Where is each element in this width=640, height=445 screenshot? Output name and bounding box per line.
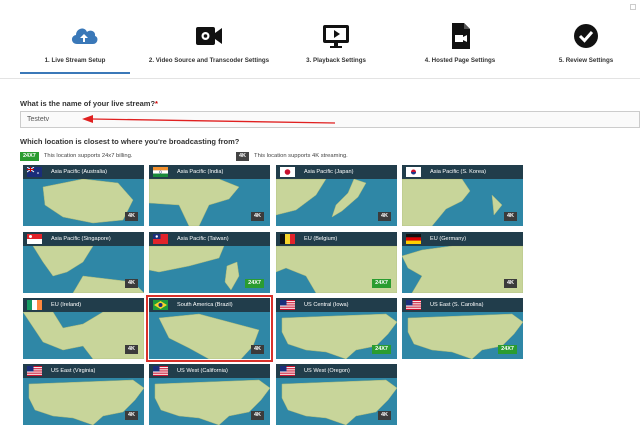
location-badge: 4K (124, 279, 138, 288)
location-name: US East (S. Carolina) (430, 302, 484, 308)
legend-24x7: 24X7 This location supports 24x7 billing… (20, 151, 132, 161)
singapore-flag-icon (27, 234, 42, 244)
us-flag-icon (153, 366, 168, 376)
location-name: Asia Pacific (Taiwan) (177, 236, 229, 242)
location-tile[interactable]: Asia Pacific (Singapore) 4K (23, 232, 144, 293)
south-korea-flag-icon (406, 167, 421, 177)
location-badge: 24X7 (498, 345, 517, 354)
location-tile[interactable]: Asia Pacific (India) 4K (149, 165, 270, 226)
location-name: Asia Pacific (Japan) (304, 169, 354, 175)
location-tile[interactable]: Asia Pacific (Taiwan) 24X7 (149, 232, 270, 293)
location-tile[interactable]: EU (Ireland) 4K (23, 298, 144, 359)
badge-4k: 4K (236, 151, 250, 161)
location-name: EU (Ireland) (51, 302, 82, 308)
location-name: Asia Pacific (Australia) (51, 169, 107, 175)
japan-flag-icon (280, 167, 295, 177)
step-label: 4. Hosted Page Settings (424, 57, 496, 64)
location-name: US West (Oregon) (304, 368, 350, 374)
location-tile[interactable]: Asia Pacific (Japan) 4K (276, 165, 397, 226)
location-name: EU (Germany) (430, 236, 467, 242)
video-camera-gear-icon (196, 27, 222, 45)
us-flag-icon (280, 300, 295, 310)
step-label: 1. Live Stream Setup (44, 57, 106, 64)
legend-4k: 4K This location supports 4K streaming. (236, 151, 348, 161)
legend-24x7-text: This location supports 24x7 billing. (43, 153, 133, 159)
legend-4k-text: This location supports 4K streaming. (254, 153, 348, 159)
monitor-play-icon (323, 25, 349, 48)
location-badge: 4K (377, 411, 391, 420)
location-tile[interactable]: Asia Pacific (S. Korea) 4K (402, 165, 523, 226)
stream-name-label: What is the name of your live stream?* (20, 99, 158, 108)
location-tile[interactable]: US Central (Iowa) 24X7 (276, 298, 397, 359)
location-badge: 24X7 (372, 279, 391, 288)
location-name: South America (Brazil) (177, 302, 233, 308)
location-badge: 24X7 (372, 345, 391, 354)
location-tile[interactable]: EU (Germany) 4K (402, 232, 523, 293)
location-badge: 4K (377, 212, 391, 221)
step-label: 5. Review Settings (558, 57, 614, 64)
location-question-label: Which location is closest to where you'r… (20, 137, 240, 146)
location-badge: 4K (124, 212, 138, 221)
location-badge: 4K (124, 345, 138, 354)
step-label: 3. Playback Settings (306, 57, 366, 64)
location-badge: 24X7 (245, 279, 264, 288)
location-tile[interactable]: US East (Virginia) 4K (23, 364, 144, 425)
location-name: Asia Pacific (India) (177, 169, 224, 175)
us-flag-icon (280, 366, 295, 376)
location-badge: 4K (503, 212, 517, 221)
location-tile[interactable]: US West (Oregon) 4K (276, 364, 397, 425)
brazil-flag-icon (153, 300, 168, 310)
belgium-flag-icon (280, 234, 295, 244)
annotation-arrow-icon (82, 115, 336, 124)
us-flag-icon (27, 366, 42, 376)
location-tile[interactable]: Asia Pacific (Australia) 4K (23, 165, 144, 226)
ireland-flag-icon (27, 300, 42, 310)
window-corner-icon (630, 4, 636, 10)
cloud-upload-icon (71, 28, 98, 44)
location-name: US West (California) (177, 368, 228, 374)
location-tile[interactable]: US East (S. Carolina) 24X7 (402, 298, 523, 359)
location-name: US East (Virginia) (51, 368, 96, 374)
location-badge: 4K (503, 279, 517, 288)
location-name: US Central (Iowa) (304, 302, 349, 308)
us-flag-icon (406, 300, 421, 310)
location-badge: 4K (124, 411, 138, 420)
location-name: EU (Belgium) (304, 236, 338, 242)
location-name: Asia Pacific (S. Korea) (430, 169, 486, 175)
wizard-steps: 1. Live Stream Setup 2. Video Source and… (0, 0, 640, 80)
location-badge: 4K (250, 345, 264, 354)
checkmark-circle-icon (574, 24, 598, 48)
divider (0, 78, 640, 79)
badge-24x7: 24X7 (20, 151, 39, 161)
location-tile[interactable]: US West (California) 4K (149, 364, 270, 425)
location-tile[interactable]: South America (Brazil) 4K (146, 295, 273, 362)
india-flag-icon (153, 167, 168, 177)
document-video-icon (452, 23, 470, 49)
location-tile[interactable]: EU (Belgium) 24X7 (276, 232, 397, 293)
location-badge: 4K (250, 411, 264, 420)
location-name: Asia Pacific (Singapore) (51, 236, 111, 242)
location-badge: 4K (250, 212, 264, 221)
australia-flag-icon (27, 167, 42, 177)
active-step-indicator (20, 72, 130, 74)
taiwan-flag-icon (153, 234, 168, 244)
germany-flag-icon (406, 234, 421, 244)
step-label: 2. Video Source and Transcoder Settings (148, 57, 270, 64)
